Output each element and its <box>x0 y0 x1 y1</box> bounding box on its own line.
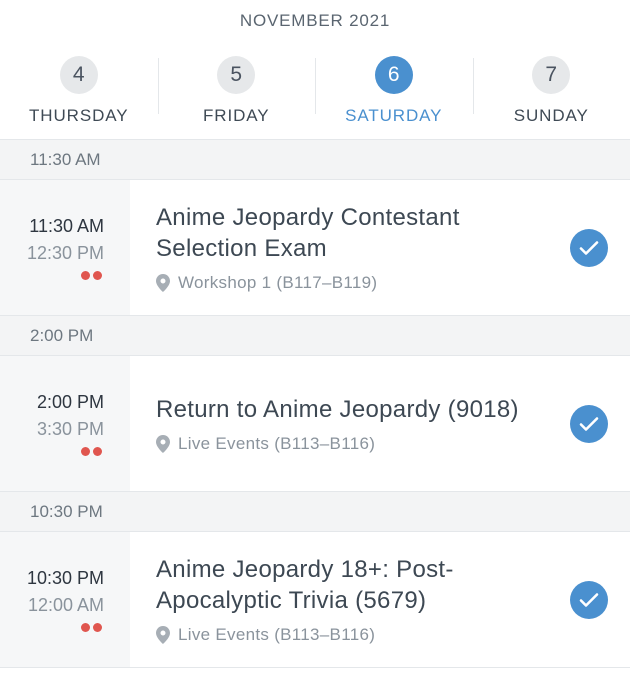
event-start-time: 10:30 PM <box>26 567 104 588</box>
event-dots <box>81 622 102 632</box>
day-sunday[interactable]: 7 SUNDAY <box>472 40 630 139</box>
event-row[interactable]: 2:00 PM 3:30 PM Return to Anime Jeopardy… <box>0 356 630 492</box>
event-dots <box>81 270 102 280</box>
event-time: 2:00 PM 3:30 PM <box>0 356 130 491</box>
event-title: Return to Anime Jeopardy (9018) <box>156 395 519 423</box>
day-name: SUNDAY <box>513 106 589 125</box>
event-end-time: 12:00 AM <box>27 594 104 615</box>
checkmark-icon[interactable] <box>570 228 608 267</box>
day-name: FRIDAY <box>203 106 270 125</box>
event-title: Anime Jeopardy Contestant Selection Exam <box>156 204 460 262</box>
day-number: 5 <box>217 56 256 94</box>
time-slot-header: 2:00 PM <box>0 316 630 356</box>
event-body: Anime Jeopardy Contestant Selection Exam… <box>130 180 630 315</box>
event-dots <box>81 446 102 456</box>
dot-icon <box>93 270 102 280</box>
event-location-text: Live Events (B113–B116) <box>178 625 376 644</box>
dot-icon <box>81 446 90 456</box>
event-location-text: Workshop 1 (B117–B119) <box>178 273 378 292</box>
dot-icon <box>81 622 90 632</box>
day-thursday[interactable]: 4 THURSDAY <box>0 40 158 139</box>
month-header: NOVEMBER 2021 <box>239 11 391 30</box>
checkmark-icon[interactable] <box>570 580 608 619</box>
day-number: 7 <box>532 56 571 94</box>
event-title: Anime Jeopardy 18+: Post-Apocalyptic Tri… <box>156 556 454 614</box>
event-end-time: 12:30 PM <box>26 242 104 263</box>
event-start-time: 2:00 PM <box>36 391 104 412</box>
dot-icon <box>93 446 102 456</box>
location-pin-icon <box>156 274 170 292</box>
day-name: THURSDAY <box>29 106 129 125</box>
day-number: 4 <box>59 56 98 94</box>
location-pin-icon <box>156 626 170 644</box>
event-end-time: 3:30 PM <box>36 418 104 439</box>
event-location: Workshop 1 (B117–B119) <box>156 273 550 293</box>
time-slot-header: 11:30 AM <box>0 140 630 180</box>
event-location-text: Live Events (B113–B116) <box>178 433 376 453</box>
event-start-time: 11:30 AM <box>29 215 104 236</box>
event-time: 10:30 PM 12:00 AM <box>0 532 130 667</box>
day-name: SATURDAY <box>345 106 443 125</box>
dot-icon <box>81 270 90 280</box>
checkmark-icon[interactable] <box>570 404 608 443</box>
event-location: Live Events (B113–B116) <box>156 625 550 645</box>
day-friday[interactable]: 5 FRIDAY <box>157 40 316 139</box>
day-selector: 4 THURSDAY 5 FRIDAY 6 SATURDAY 7 SUNDAY <box>0 40 630 140</box>
day-number: 6 <box>374 56 413 94</box>
event-location: Live Events (B113–B116) <box>156 434 550 454</box>
event-row[interactable]: 10:30 PM 12:00 AM Anime Jeopardy 18+: Po… <box>0 532 630 668</box>
event-row[interactable]: 11:30 AM 12:30 PM Anime Jeopardy Contest… <box>0 180 630 316</box>
event-body: Return to Anime Jeopardy (9018) Live Eve… <box>130 356 630 491</box>
time-slot-header: 10:30 PM <box>0 492 630 532</box>
location-pin-icon <box>156 434 170 453</box>
day-saturday[interactable]: 6 SATURDAY <box>315 40 473 139</box>
event-time: 11:30 AM 12:30 PM <box>0 180 130 315</box>
dot-icon <box>93 622 102 632</box>
event-body: Anime Jeopardy 18+: Post-Apocalyptic Tri… <box>130 532 630 667</box>
